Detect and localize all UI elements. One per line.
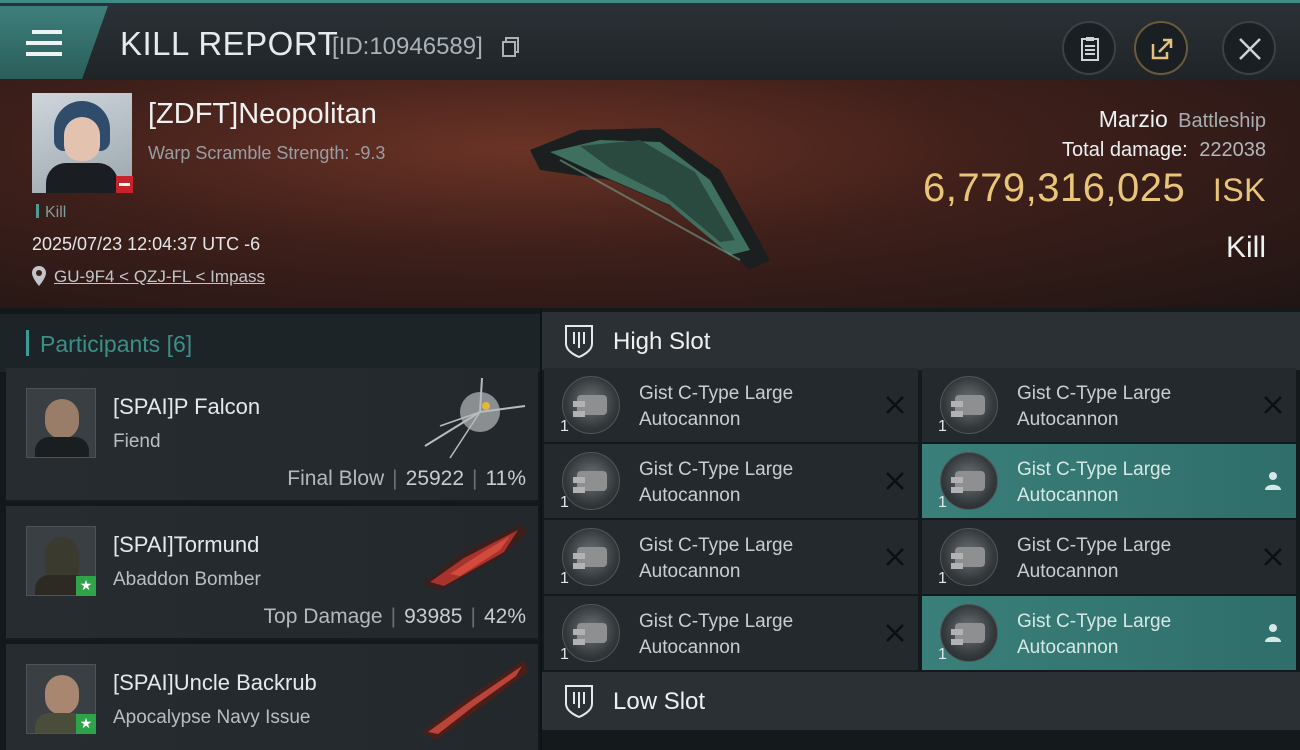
low-slot-header: Low Slot bbox=[542, 672, 1300, 730]
participant-name: [SPAI]Tormund bbox=[113, 532, 260, 557]
ally-star-badge-icon: ★ bbox=[76, 714, 96, 734]
module-quantity: 1 bbox=[560, 494, 569, 511]
participant-ship-image bbox=[424, 377, 526, 459]
close-button[interactable] bbox=[1222, 21, 1276, 75]
kill-tag: Kill bbox=[36, 204, 66, 222]
destroyed-x-icon bbox=[1264, 548, 1282, 566]
warp-scramble-strength: Warp Scramble Strength: -9.3 bbox=[148, 143, 386, 163]
module-quantity: 1 bbox=[938, 494, 947, 511]
autocannon-icon bbox=[940, 528, 998, 586]
participants-count: [6] bbox=[166, 331, 193, 357]
autocannon-icon bbox=[562, 452, 620, 510]
victim-ship-class: Battleship bbox=[1178, 110, 1266, 132]
autocannon-icon bbox=[562, 376, 620, 434]
kill-timestamp: 2025/07/23 12:04:37 UTC -6 bbox=[32, 234, 261, 254]
module-quantity: 1 bbox=[560, 570, 569, 587]
location-pin-icon bbox=[32, 266, 46, 286]
autocannon-icon bbox=[940, 604, 998, 662]
destroyed-x-icon bbox=[1264, 396, 1282, 414]
module-quantity: 1 bbox=[560, 646, 569, 663]
participant-row[interactable]: ★ [SPAI]Tormund Abaddon Bomber Top Damag… bbox=[6, 506, 538, 640]
participants-header: Participants [6] bbox=[0, 314, 540, 372]
participant-row[interactable]: ★ [SPAI]Uncle Backrub Apocalypse Navy Is… bbox=[6, 644, 538, 750]
copy-icon[interactable] bbox=[502, 37, 520, 57]
autocannon-icon bbox=[562, 528, 620, 586]
participant-ship: Abaddon Bomber bbox=[113, 569, 261, 590]
location-link[interactable]: GU-9F4 < QZJ-FL < Impass bbox=[54, 267, 265, 287]
participant-stats: Final Blow | 25922 | 11% bbox=[287, 467, 526, 490]
report-id: [ID:10946589] bbox=[332, 33, 483, 60]
autocannon-icon bbox=[940, 452, 998, 510]
participant-ship-image bbox=[422, 524, 528, 590]
autocannon-icon bbox=[940, 376, 998, 434]
module-item[interactable]: 1 Gist C-Type Large Autocannon bbox=[922, 520, 1296, 594]
module-name: Gist C-Type Large Autocannon bbox=[1017, 383, 1172, 430]
autocannon-icon bbox=[562, 604, 620, 662]
participant-name: [SPAI]P Falcon bbox=[113, 394, 261, 419]
page-title: KILL REPORT bbox=[120, 25, 339, 62]
module-name: Gist C-Type Large Autocannon bbox=[1017, 611, 1172, 658]
module-quantity: 1 bbox=[560, 418, 569, 435]
module-item-dropped[interactable]: 1 Gist C-Type Large Autocannon bbox=[922, 596, 1296, 670]
participant-row[interactable]: [SPAI]P Falcon Fiend Final Blow | 25922 | 11… bbox=[6, 368, 538, 502]
loss-summary: Marzio Battleship Total damage: 222038 6… bbox=[923, 106, 1266, 265]
victim-name[interactable]: [ZDFT]Neopolitan bbox=[148, 98, 377, 131]
module-name: Gist C-Type Large Autocannon bbox=[639, 383, 794, 430]
module-quantity: 1 bbox=[938, 570, 947, 587]
menu-icon bbox=[26, 30, 62, 56]
victim-ship-image bbox=[530, 128, 770, 270]
module-item[interactable]: 1 Gist C-Type Large Autocannon bbox=[544, 596, 918, 670]
participant-avatar[interactable] bbox=[26, 388, 96, 458]
total-damage-label: Total damage: bbox=[1062, 139, 1188, 161]
module-quantity: 1 bbox=[938, 646, 947, 663]
destroyed-x-icon bbox=[886, 396, 904, 414]
dropped-person-icon bbox=[1265, 472, 1281, 490]
module-name: Gist C-Type Large Autocannon bbox=[639, 535, 794, 582]
total-damage-value: 222038 bbox=[1199, 139, 1266, 161]
participant-stats: Top Damage | 93985 | 42% bbox=[263, 605, 526, 628]
clipboard-button[interactable] bbox=[1062, 21, 1116, 75]
participants-title: Participants [6] bbox=[40, 331, 193, 357]
module-item[interactable]: 1 Gist C-Type Large Autocannon bbox=[544, 520, 918, 594]
ally-star-badge-icon: ★ bbox=[76, 576, 96, 596]
isk-unit: ISK bbox=[1212, 172, 1266, 208]
module-quantity: 1 bbox=[938, 418, 947, 435]
destroyed-x-icon bbox=[886, 472, 904, 490]
module-item-dropped[interactable]: 1 Gist C-Type Large Autocannon bbox=[922, 444, 1296, 518]
high-slot-icon bbox=[565, 325, 593, 358]
high-slot-label: High Slot bbox=[613, 328, 711, 355]
participant-ship-image bbox=[422, 660, 528, 740]
participants-panel: Participants [6] [SPAI]P Falcon Fiend Fi… bbox=[0, 308, 540, 750]
share-icon bbox=[1151, 38, 1173, 60]
low-slot-icon bbox=[565, 685, 593, 718]
share-button[interactable] bbox=[1134, 21, 1188, 75]
module-item[interactable]: 1 Gist C-Type Large Autocannon bbox=[922, 368, 1296, 442]
participant-name: [SPAI]Uncle Backrub bbox=[113, 670, 317, 695]
victim-ship-name[interactable]: Marzio bbox=[1099, 106, 1168, 132]
module-name: Gist C-Type Large Autocannon bbox=[1017, 459, 1172, 506]
clipboard-icon bbox=[1081, 37, 1099, 61]
hostile-badge-icon bbox=[116, 176, 133, 193]
menu-button[interactable] bbox=[0, 6, 108, 79]
module-name: Gist C-Type Large Autocannon bbox=[639, 611, 794, 658]
destroyed-x-icon bbox=[886, 624, 904, 642]
module-name: Gist C-Type Large Autocannon bbox=[639, 459, 794, 506]
participant-ship: Fiend bbox=[113, 431, 161, 452]
kill-banner: [ZDFT]Neopolitan Warp Scramble Strength:… bbox=[0, 80, 1300, 308]
module-item[interactable]: 1 Gist C-Type Large Autocannon bbox=[544, 444, 918, 518]
module-item[interactable]: 1 Gist C-Type Large Autocannon bbox=[544, 368, 918, 442]
low-slot-label: Low Slot bbox=[613, 688, 706, 715]
module-name: Gist C-Type Large Autocannon bbox=[1017, 535, 1172, 582]
close-icon bbox=[1239, 38, 1261, 60]
top-bar: KILL REPORT [ID:10946589] bbox=[0, 0, 1300, 80]
dropped-person-icon bbox=[1265, 624, 1281, 642]
participant-ship: Apocalypse Navy Issue bbox=[113, 707, 311, 728]
high-slot-header: High Slot bbox=[542, 312, 1300, 370]
destroyed-x-icon bbox=[886, 548, 904, 566]
result-label: Kill bbox=[1225, 231, 1266, 264]
fitting-panel: High Slot 1 Gist C-Type Large Autocannon … bbox=[542, 308, 1300, 750]
isk-value: 6,779,316,025 bbox=[922, 166, 1186, 210]
